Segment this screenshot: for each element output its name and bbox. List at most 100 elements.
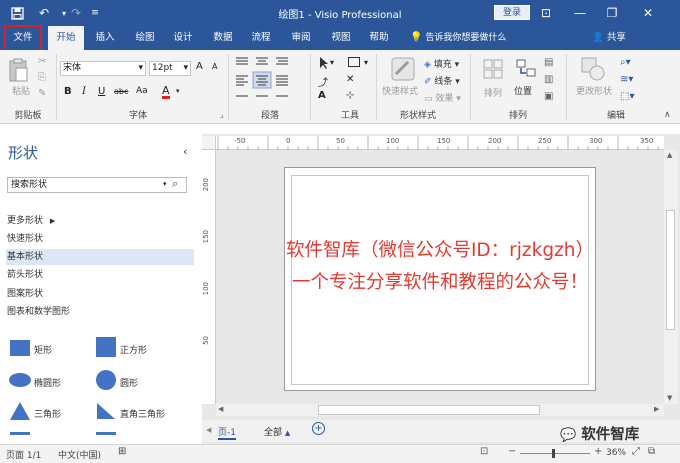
paragraph-align-icons[interactable] (234, 54, 310, 109)
chevron-down-icon[interactable]: ▾ (330, 58, 334, 67)
share-button[interactable]: 👤 共享 (592, 26, 626, 50)
more-shapes-item[interactable]: 更多形状 ▶ (6, 213, 194, 229)
copy-icon[interactable]: ⎘ (38, 72, 46, 83)
change-case-button[interactable]: Aa (136, 86, 148, 96)
stencil-arrow-shapes[interactable]: 箭头形状 (6, 267, 194, 283)
scroll-up-icon[interactable]: ▲ (667, 151, 672, 159)
ellipse-icon[interactable] (9, 373, 31, 387)
select-icon[interactable]: ⬚▾ (620, 91, 634, 102)
zoom-out-icon[interactable]: − (508, 446, 516, 457)
format-painter-icon[interactable]: ✎ (38, 88, 46, 99)
horizontal-scroll-thumb[interactable] (318, 405, 540, 415)
pointer-tool-icon[interactable] (318, 56, 330, 73)
stencil-basic-shapes[interactable]: 基本形状 (6, 249, 194, 265)
switch-windows-icon[interactable]: ⧉ (648, 446, 655, 457)
scroll-down-icon[interactable]: ▼ (667, 394, 672, 402)
scroll-left-icon[interactable]: ◀ (218, 405, 223, 413)
page-indicator[interactable]: 页面 1/1 (6, 448, 41, 461)
tab-review[interactable]: 审阅 (284, 26, 318, 50)
tab-insert[interactable]: 插入 (88, 26, 122, 50)
find-icon[interactable]: ⌕▾ (620, 57, 631, 68)
page-nav-left-icon[interactable]: ◀ (206, 426, 211, 434)
font-size-combo[interactable]: 12pt ▾ (149, 61, 191, 76)
chevron-down-icon[interactable]: ▾ (176, 87, 180, 95)
zoom-slider[interactable] (520, 453, 590, 454)
paste-icon[interactable] (8, 58, 30, 87)
italic-button[interactable]: I (82, 86, 86, 97)
rectangle-icon[interactable] (10, 340, 30, 356)
effects-button[interactable]: ▭ 效果 ▾ (424, 91, 461, 104)
all-pages-button[interactable]: 全部 ▲ (264, 425, 290, 438)
line-button[interactable]: ✐ 线条 ▾ (424, 74, 460, 87)
grow-font-icon[interactable]: A (196, 61, 203, 72)
close-icon[interactable]: ✕ (636, 3, 660, 23)
tab-design[interactable]: 设计 (166, 26, 200, 50)
position-icon[interactable] (514, 56, 538, 85)
tab-view[interactable]: 视图 (324, 26, 358, 50)
font-color-button[interactable]: A (162, 85, 170, 99)
font-name-combo[interactable]: 宋体 ▾ (60, 61, 146, 76)
zoom-in-icon[interactable]: + (594, 446, 602, 457)
strikethrough-button[interactable]: abc (114, 87, 128, 96)
macro-icon[interactable]: ⊞ (118, 446, 126, 457)
cut-icon[interactable]: ✂ (38, 56, 46, 67)
minimize-icon[interactable]: — (568, 3, 592, 23)
chevron-down-icon[interactable]: ▾ (163, 180, 167, 188)
shrink-font-icon[interactable]: A (212, 62, 217, 71)
square-icon[interactable] (96, 337, 116, 357)
connection-point-icon[interactable]: ⊹ (346, 90, 354, 101)
tab-help[interactable]: 帮助 (362, 26, 396, 50)
zoom-level[interactable]: 36% (606, 448, 626, 458)
triangle-icon[interactable] (9, 401, 31, 421)
fit-window-icon[interactable]: ⤢ (632, 446, 640, 457)
add-page-icon[interactable]: + (312, 422, 325, 435)
tab-process[interactable]: 流程 (244, 26, 278, 50)
circle-icon[interactable] (96, 370, 116, 390)
tab-data[interactable]: 数据 (206, 26, 240, 50)
scroll-right-icon[interactable]: ▶ (654, 405, 659, 413)
ruler-label: 50 (336, 137, 345, 145)
stencil-pattern-shapes[interactable]: 图案形状 (6, 286, 194, 302)
align-icon[interactable] (482, 58, 504, 87)
zoom-slider-thumb[interactable] (552, 449, 555, 458)
bold-button[interactable]: B (64, 86, 72, 97)
customize-icon[interactable]: ≡ (88, 4, 102, 22)
tab-draw[interactable]: 绘图 (128, 26, 162, 50)
collapse-ribbon-icon[interactable]: ∧ (664, 110, 671, 120)
language-indicator[interactable]: 中文(中国) (58, 448, 101, 461)
stencil-charts-math[interactable]: 图表和数学图形 (6, 304, 194, 320)
watermark-line-1: 软件智库（微信公众号ID：rjzkgzh） (285, 240, 595, 261)
page-tab-1[interactable]: 页-1 (218, 425, 236, 440)
fit-page-icon[interactable]: ⊡ (480, 446, 488, 457)
send-backward-icon[interactable]: ▥ (544, 74, 553, 85)
search-icon[interactable]: ⌕ (172, 178, 178, 190)
underline-button[interactable]: U (98, 86, 105, 97)
login-button[interactable]: 登录 (494, 5, 530, 20)
rectangle-tool-icon[interactable] (348, 57, 360, 67)
right-triangle-icon[interactable] (96, 402, 116, 420)
bring-forward-icon[interactable]: ▤ (544, 57, 553, 68)
chevron-down-icon[interactable]: ▾ (364, 58, 368, 67)
quick-styles-icon[interactable] (390, 56, 416, 85)
text-tool-icon[interactable]: A (318, 90, 326, 101)
change-shape-icon[interactable] (580, 56, 606, 85)
crossbar-icon[interactable]: ✕ (346, 74, 354, 85)
restore-icon[interactable]: ❐ (600, 3, 624, 23)
fill-button[interactable]: ◈ 填充 ▾ (424, 57, 459, 70)
search-shapes-input[interactable]: 搜索形状 (7, 177, 187, 193)
layers-icon[interactable]: ≋▾ (620, 74, 633, 85)
save-icon[interactable] (8, 4, 26, 22)
redo-icon[interactable]: ↷ (68, 4, 84, 22)
dialog-launcher-icon[interactable]: ⌟ (220, 110, 224, 119)
undo-icon[interactable]: ↶ (36, 4, 52, 22)
connector-tool-icon[interactable]: ⤴ (318, 74, 328, 89)
tell-me-search[interactable]: 💡 告诉我你想要做什么 (410, 26, 506, 50)
partial-shape-icon[interactable] (10, 432, 30, 435)
vertical-scroll-thumb[interactable] (666, 210, 675, 330)
tab-home[interactable]: 开始 (48, 26, 84, 50)
group-icon[interactable]: ▣ (544, 91, 553, 102)
collapse-pane-icon[interactable]: ‹ (183, 145, 187, 158)
stencil-quick-shapes[interactable]: 快速形状 (6, 231, 194, 247)
ribbon-options-icon[interactable]: ⊡ (534, 3, 558, 23)
partial-shape-icon[interactable] (96, 432, 116, 435)
